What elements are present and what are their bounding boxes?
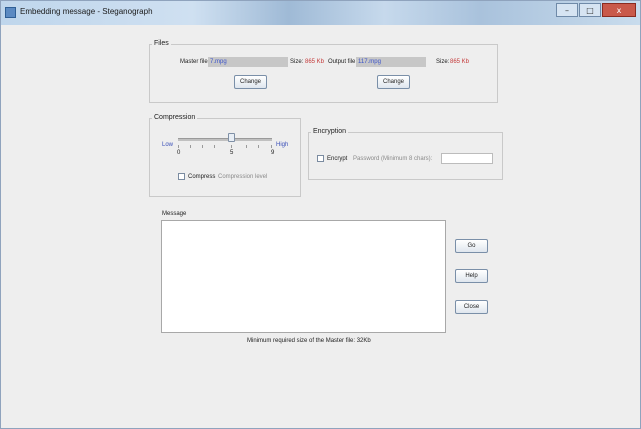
slider-tick (214, 145, 215, 148)
compress-checkbox[interactable] (178, 173, 185, 180)
window-title: Embedding message - Steganograph (20, 7, 153, 16)
password-label: Password (Minimum 8 chars): (353, 156, 433, 162)
encryption-group-title: Encryption (311, 128, 349, 135)
compression-slider-track[interactable] (178, 138, 272, 141)
go-button[interactable]: Go (455, 239, 488, 253)
window-controls: – □ x (555, 3, 636, 19)
app-icon (5, 7, 16, 18)
title-bar[interactable]: Embedding message - Steganograph – □ x (1, 1, 640, 25)
files-group-title: Files (152, 40, 171, 47)
slider-tick (271, 145, 272, 148)
output-size-label: Size: (436, 59, 450, 65)
output-size-value: 865 Kb (450, 59, 470, 65)
high-label: High (276, 142, 289, 148)
slider-tick (246, 145, 247, 148)
compression-group: Compression Low High 0 5 9 Compress Comp… (149, 114, 301, 197)
minimum-size-note: Minimum required size of the Master file… (247, 338, 371, 344)
message-textarea[interactable] (161, 220, 446, 333)
output-file-label: Output file (328, 59, 356, 65)
master-file-field[interactable]: 7.mpg (208, 57, 288, 67)
message-label: Message (162, 211, 187, 217)
help-button[interactable]: Help (455, 269, 488, 283)
password-field[interactable] (441, 153, 493, 164)
change-output-button[interactable]: Change (377, 75, 410, 89)
maximize-icon[interactable]: □ (579, 3, 601, 17)
output-file-field[interactable]: 117.mpg (356, 57, 426, 67)
application-window: Embedding message - Steganograph – □ x F… (0, 0, 641, 429)
compression-slider-thumb[interactable] (228, 133, 235, 142)
files-group: Files Master file 7.mpg Size: 865 Kb Out… (149, 40, 498, 103)
encryption-group: Encryption Encrypt Password (Minimum 8 c… (308, 128, 503, 180)
compression-group-title: Compression (152, 114, 198, 121)
close-button[interactable]: Close (455, 300, 488, 314)
compress-label[interactable]: Compress (188, 174, 215, 180)
slider-tick (202, 145, 203, 148)
slider-tick (231, 145, 232, 148)
encrypt-checkbox[interactable] (317, 155, 324, 162)
encrypt-label[interactable]: Encrypt (327, 156, 347, 162)
compression-level-hint: Compression level (218, 174, 268, 180)
master-size-label: Size: (290, 59, 304, 65)
tick-label-max: 9 (271, 150, 275, 156)
client-area: Files Master file 7.mpg Size: 865 Kb Out… (2, 25, 639, 428)
tick-label-mid: 5 (230, 150, 234, 156)
slider-tick (190, 145, 191, 148)
tick-label-min: 0 (177, 150, 181, 156)
master-size-value: 865 Kb (305, 59, 325, 65)
low-label: Low (162, 142, 174, 148)
change-master-button[interactable]: Change (234, 75, 267, 89)
slider-tick (178, 145, 179, 148)
slider-tick (258, 145, 259, 148)
master-file-label: Master file (180, 59, 208, 65)
minimize-icon[interactable]: – (556, 3, 578, 17)
close-icon[interactable]: x (602, 3, 636, 17)
